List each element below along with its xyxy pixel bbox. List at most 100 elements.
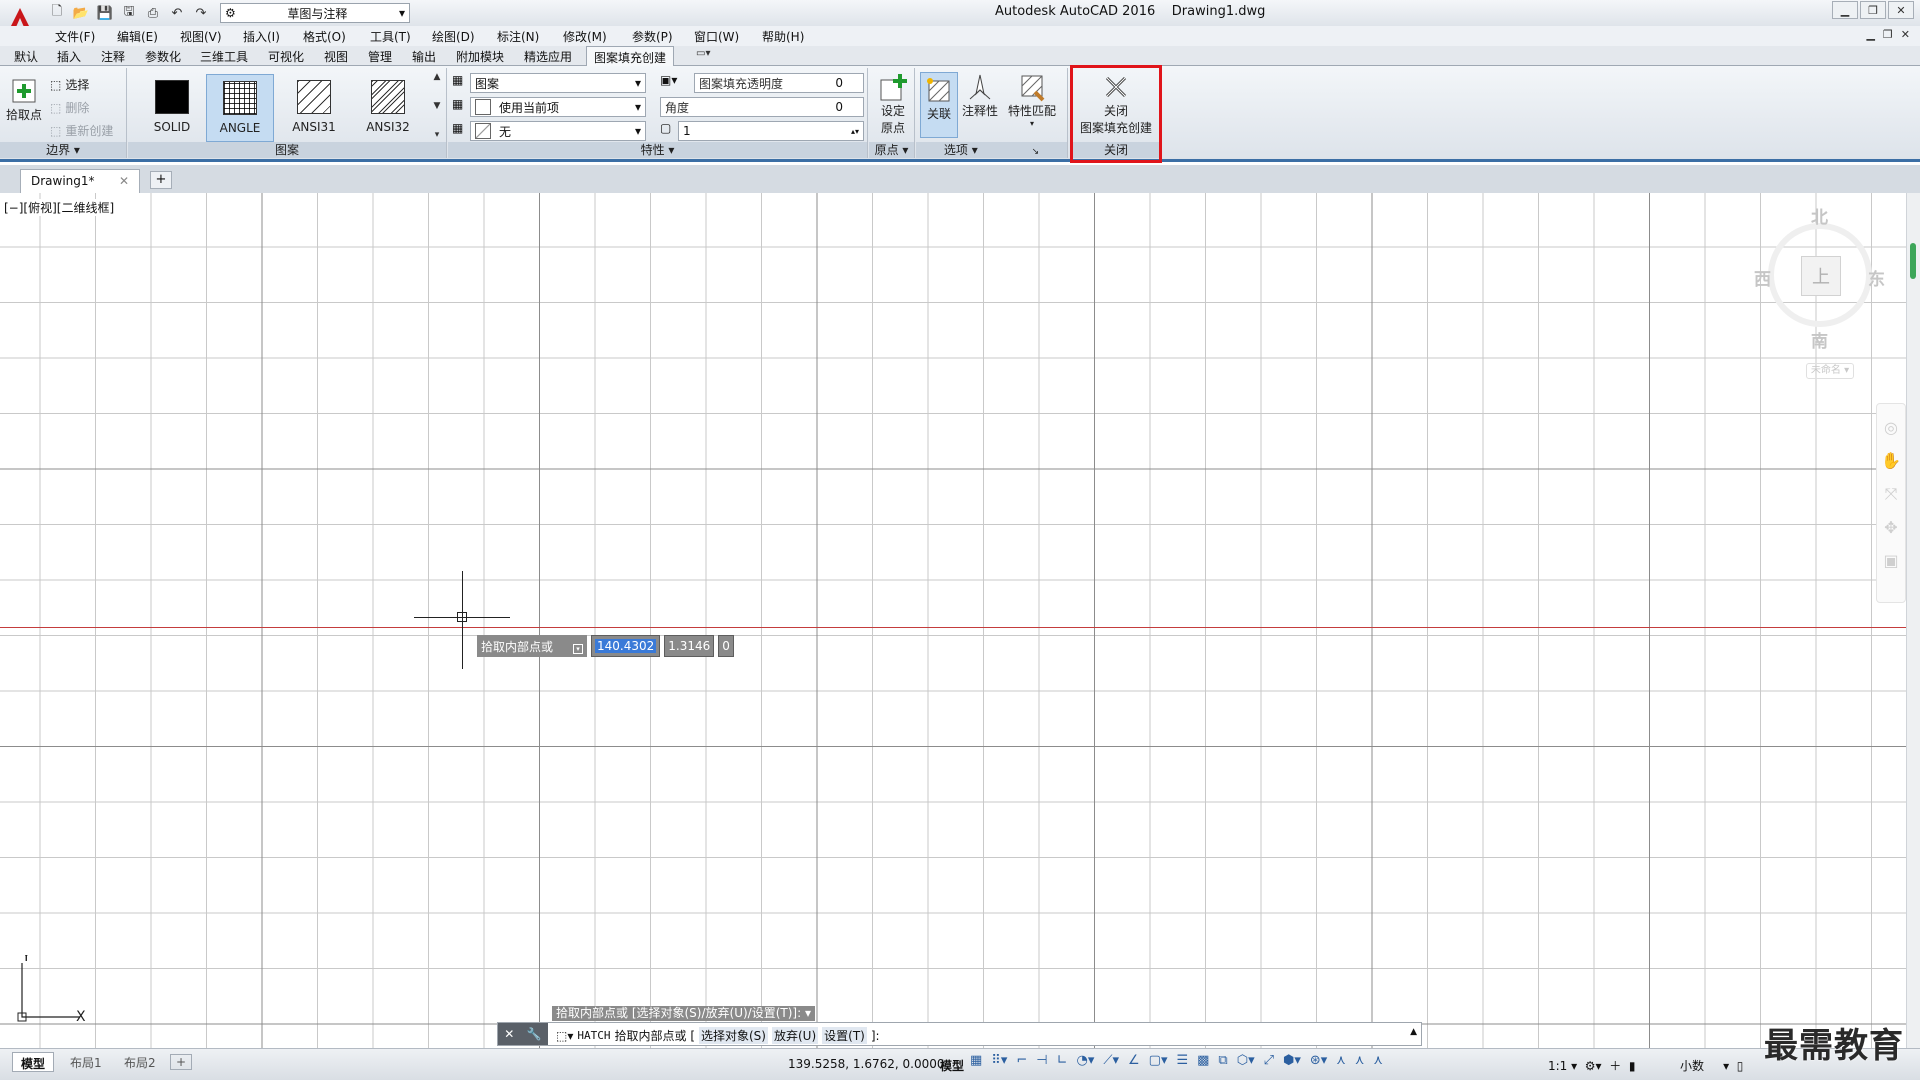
- transparency-input[interactable]: 图案填充透明度 0: [694, 73, 864, 93]
- steering-wheel-icon[interactable]: ◎: [1884, 418, 1898, 437]
- ortho-icon[interactable]: ∟: [1057, 1053, 1068, 1068]
- menu-edit[interactable]: 编辑(E): [117, 28, 158, 45]
- doc-restore-icon[interactable]: ❐: [1883, 28, 1893, 41]
- dynamic-input-icon[interactable]: ⊣: [1036, 1053, 1047, 1068]
- orbit-icon[interactable]: ✥: [1884, 518, 1897, 537]
- ribbon-minimize-icon[interactable]: ▭▾: [696, 48, 710, 59]
- transparency-icon[interactable]: ▣▾: [660, 73, 677, 87]
- grid-icon[interactable]: ▦: [970, 1053, 982, 1068]
- viewcube-south[interactable]: 南: [1811, 327, 1828, 352]
- menu-modify[interactable]: 修改(M): [563, 28, 607, 45]
- selection-filter-icon[interactable]: ⬢▾: [1283, 1053, 1301, 1068]
- close-command-icon[interactable]: ✕: [504, 1027, 514, 1041]
- menu-window[interactable]: 窗口(W): [694, 28, 739, 45]
- tab-featured-apps[interactable]: 精选应用: [524, 48, 572, 65]
- selection-cycling-icon[interactable]: ⧉: [1218, 1053, 1227, 1068]
- wcs-menu[interactable]: 未命名 ▾: [1806, 363, 1854, 379]
- hatch-type-dropdown[interactable]: 图案 ▾: [470, 73, 646, 93]
- new-tab-button[interactable]: +: [150, 171, 172, 189]
- snap-icon[interactable]: ⠿▾: [991, 1053, 1007, 1068]
- menu-draw[interactable]: 绘图(D): [432, 28, 475, 45]
- menu-insert[interactable]: 插入(I): [243, 28, 280, 45]
- tab-hatch-creation[interactable]: 图案填充创建: [586, 46, 675, 66]
- add-layout-button[interactable]: +: [170, 1054, 193, 1070]
- background-color-dropdown[interactable]: 无 ▾: [470, 121, 646, 141]
- tab-3d-tools[interactable]: 三维工具: [200, 48, 248, 65]
- doc-close-icon[interactable]: ✕: [1901, 28, 1910, 41]
- dialog-launcher-icon[interactable]: ↘: [1032, 147, 1040, 157]
- viewcube[interactable]: 北 南 东 西 上: [1750, 199, 1890, 352]
- panel-title-origin[interactable]: 原点 ▾: [869, 142, 914, 158]
- pattern-solid[interactable]: SOLID: [138, 74, 206, 142]
- close-window-button[interactable]: ✕: [1888, 1, 1914, 19]
- pattern-angle[interactable]: ANGLE: [206, 74, 274, 142]
- tab-manage[interactable]: 管理: [368, 48, 392, 65]
- scrollbar-thumb[interactable]: [1910, 243, 1916, 279]
- viewcube-east[interactable]: 东: [1868, 265, 1885, 290]
- units-selector[interactable]: 小数 ▾ ▯: [1680, 1057, 1743, 1074]
- option-undo[interactable]: 放弃(U): [771, 1027, 819, 1044]
- menu-file[interactable]: 文件(F): [55, 28, 95, 45]
- scroll-up-icon[interactable]: ▲: [434, 72, 441, 82]
- hatch-color-dropdown[interactable]: 使用当前项 ▾: [470, 97, 646, 117]
- menu-tools[interactable]: 工具(T): [370, 28, 411, 45]
- layout-tab-model[interactable]: 模型: [12, 1052, 55, 1072]
- lineweight-icon[interactable]: ☰: [1176, 1053, 1188, 1068]
- dynamic-input-z[interactable]: 0: [718, 635, 734, 657]
- scale-input[interactable]: 1 ▴▾: [678, 121, 864, 141]
- model-space-button[interactable]: 模型: [940, 1057, 964, 1074]
- menu-dimension[interactable]: 标注(N): [497, 28, 539, 45]
- close-tab-icon[interactable]: ✕: [119, 174, 129, 189]
- viewcube-top-face[interactable]: 上: [1801, 256, 1841, 296]
- doc-tab-drawing1[interactable]: Drawing1* ✕: [20, 169, 140, 193]
- menu-parametric[interactable]: 参数(P): [632, 28, 673, 45]
- annotative-button[interactable]: 注释性: [960, 72, 1000, 119]
- annotation-scale-icon[interactable]: ⋏: [1373, 1053, 1383, 1068]
- associative-button[interactable]: 关联: [920, 72, 958, 138]
- remove-boundary-button[interactable]: ⬚ 删除: [50, 99, 89, 116]
- tab-output[interactable]: 输出: [412, 48, 436, 65]
- panel-title-properties[interactable]: 特性 ▾: [448, 142, 867, 158]
- expand-icon[interactable]: ▾: [435, 130, 440, 140]
- tab-visualize[interactable]: 可视化: [268, 48, 304, 65]
- layout-tab-1[interactable]: 布局1: [62, 1052, 110, 1072]
- panel-title-boundary[interactable]: 边界 ▾: [0, 142, 126, 158]
- pick-points-button[interactable]: 拾取点: [6, 74, 42, 123]
- zoom-icon[interactable]: ⤧: [1885, 484, 1898, 504]
- object-snap-icon[interactable]: ▢▾: [1149, 1053, 1168, 1068]
- workspace-selector[interactable]: ⚙ 草图与注释 ▾: [220, 3, 410, 23]
- cursor-coordinates[interactable]: 139.5258, 1.6762, 0.0000: [788, 1057, 945, 1071]
- menu-help[interactable]: 帮助(H): [762, 28, 804, 45]
- gizmo-icon[interactable]: ⊛▾: [1310, 1053, 1327, 1068]
- angle-input[interactable]: 角度 0: [660, 97, 864, 117]
- viewport-controls-label[interactable]: [−][俯视][二维线框]: [4, 199, 115, 216]
- dynamic-ucs-icon[interactable]: ⤢: [1264, 1053, 1274, 1068]
- option-select-objects[interactable]: 选择对象(S): [699, 1027, 768, 1044]
- command-line[interactable]: ✕ 🔧 ⬚▾ HATCH 拾取内部点或 [ 选择对象(S) 放弃(U) 设置(T…: [497, 1022, 1422, 1046]
- match-properties-button[interactable]: 特性匹配 ▾: [1004, 72, 1060, 128]
- annotation-visibility-icon[interactable]: ⋏: [1336, 1053, 1346, 1068]
- dynamic-options-icon[interactable]: ▾: [573, 644, 583, 654]
- showmotion-icon[interactable]: ▣: [1883, 551, 1898, 570]
- pattern-scroll[interactable]: ▲ ▼ ▾: [430, 72, 444, 140]
- infer-constraints-icon[interactable]: ⌐: [1016, 1053, 1027, 1068]
- menu-view[interactable]: 视图(V): [180, 28, 222, 45]
- print-icon[interactable]: ⎙: [144, 4, 162, 22]
- pattern-ansi32[interactable]: ANSI32: [354, 74, 422, 142]
- tab-view[interactable]: 视图: [324, 48, 348, 65]
- isodraft-icon[interactable]: ⟋▾: [1103, 1053, 1119, 1068]
- recreate-boundary-button[interactable]: ⬚ 重新创建: [50, 122, 113, 139]
- drawing-canvas[interactable]: [−][俯视][二维线框] 拾取内部点或 ▾ 140.4302 1.3146 0 …: [0, 193, 1906, 1048]
- restore-button[interactable]: ❐: [1860, 1, 1886, 19]
- auto-scale-icon[interactable]: ⋏: [1355, 1053, 1365, 1068]
- viewcube-west[interactable]: 西: [1754, 265, 1771, 290]
- command-history-toggle-icon[interactable]: ▲: [1410, 1027, 1417, 1037]
- pattern-ansi31[interactable]: ANSI31: [280, 74, 348, 142]
- layout-tab-2[interactable]: 布局2: [116, 1052, 164, 1072]
- new-file-icon[interactable]: 🗋: [48, 4, 66, 22]
- scroll-down-icon[interactable]: ▼: [434, 101, 441, 111]
- tab-insert[interactable]: 插入: [57, 48, 81, 65]
- undo-icon[interactable]: ↶: [168, 4, 186, 22]
- tab-parametric[interactable]: 参数化: [145, 48, 181, 65]
- dynamic-input-y[interactable]: 1.3146: [664, 635, 715, 657]
